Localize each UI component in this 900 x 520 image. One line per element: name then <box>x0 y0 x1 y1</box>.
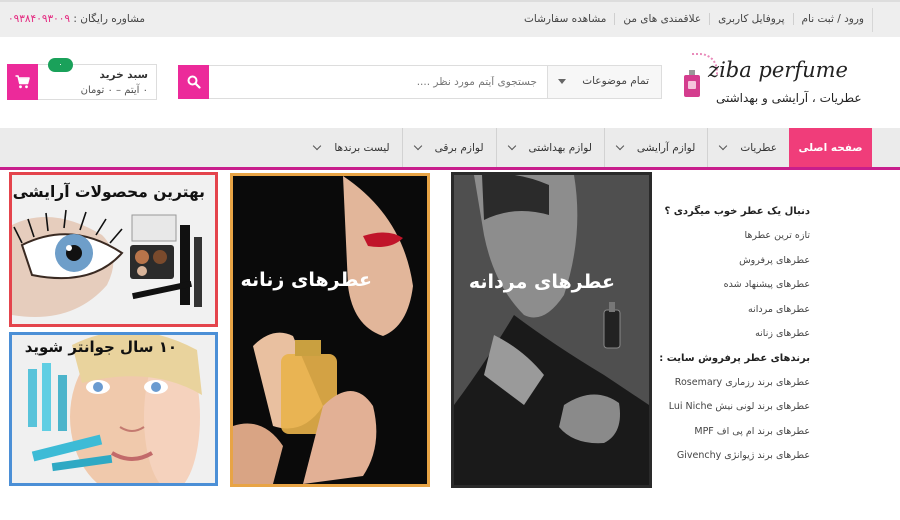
sidebar-link-bestselling[interactable]: عطرهای پرفروش <box>660 249 810 274</box>
sidebar-link-rosemary[interactable]: عطرهای برند رزماری Rosemary <box>660 371 810 396</box>
perfume-sidebar: دنبال یک عطر خوب میگردی ؟ تازه ترین عطره… <box>659 200 810 469</box>
nav-item-label: عطریات <box>740 141 777 154</box>
search-icon <box>187 75 201 89</box>
category-select[interactable]: تمام موضوعات <box>547 66 661 98</box>
top-bar: مشاوره رایگان : ۰۹۳۸۴۰۹۳۰۰۹ ورود / ثبت ن… <box>0 0 900 37</box>
man-perfume-image <box>454 175 649 485</box>
site-header: ziba perfume عطریات ، آرایشی و بهداشتی ت… <box>0 37 900 128</box>
login-register-link[interactable]: ورود / ثبت نام <box>792 13 872 25</box>
nav-item-label: لوازم آرایشی <box>636 141 696 154</box>
woman-perfume-image <box>233 176 427 484</box>
chevron-down-icon <box>719 141 728 151</box>
phone-label: مشاوره رایگان : <box>73 13 146 25</box>
cart-button[interactable] <box>7 64 38 100</box>
chevron-down-icon <box>507 141 516 151</box>
top-links: ورود / ثبت نام پروفایل کاربری علاقمندی ه… <box>516 13 872 25</box>
nav-item-label: لیست برندها <box>334 141 390 154</box>
sidebar-heading-brands: برندهای عطر پرفروش سایت : <box>659 352 810 364</box>
banner-womens-perfume[interactable]: عطرهای زنانه <box>230 173 430 487</box>
search-input[interactable] <box>211 67 547 97</box>
cart-summary: ۰ آیتم – ۰ تومان <box>80 85 148 96</box>
category-select-label: تمام موضوعات <box>582 75 649 87</box>
sidebar-heading-find: دنبال یک عطر خوب میگردی ؟ <box>664 206 810 217</box>
perfume-bottle-icon <box>684 70 700 97</box>
user-profile-link[interactable]: پروفایل کاربری <box>709 13 792 25</box>
sidebar-link-lui-niche[interactable]: عطرهای برند لونی نیش Lui Niche <box>660 395 810 420</box>
nav-item-label: لوازم برقی <box>434 141 484 154</box>
search-bar: تمام موضوعات <box>178 65 662 99</box>
chevron-down-icon <box>413 141 422 151</box>
banner-younger-title: ۱۰ سال جوانتر شوید <box>24 338 177 356</box>
banner-mens-title: عطرهای مردانه <box>468 271 615 293</box>
cart-icon <box>15 75 30 89</box>
logo-brand: ziba perfume <box>708 58 848 82</box>
my-favorites-link[interactable]: علاقمندی های من <box>614 13 709 25</box>
face-serum-image <box>12 335 215 483</box>
cart-title: سبد خرید <box>99 69 148 81</box>
site-logo[interactable]: ziba perfume عطریات ، آرایشی و بهداشتی <box>684 53 862 113</box>
banner-younger[interactable]: ۱۰ سال جوانتر شوید <box>9 332 218 486</box>
free-consultation: مشاوره رایگان : ۰۹۳۸۴۰۹۳۰۰۹ <box>8 13 145 25</box>
banner-eye-title: بهترین محصولات آرایشی چشم <box>12 183 205 201</box>
nav-menu: عطریات لوازم آرایشی لوازم بهداشتی لوازم … <box>302 128 789 167</box>
nav-item-cosmetics[interactable]: لوازم آرایشی <box>603 128 707 167</box>
chevron-down-icon <box>615 141 625 151</box>
banner-mens-perfume[interactable]: عطرهای مردانه <box>451 172 652 488</box>
cart-count-badge: ۰ <box>48 58 73 72</box>
nav-item-hygiene[interactable]: لوازم بهداشتی <box>495 128 604 167</box>
banner-eye-cosmetics[interactable]: بهترین محصولات آرایشی چشم <box>9 172 218 327</box>
sidebar-link-mpf[interactable]: عطرهای برند ام پی اف MPF <box>660 420 810 445</box>
sidebar-link-newest[interactable]: تازه ترین عطرها <box>660 224 810 249</box>
search-button[interactable] <box>178 65 209 99</box>
sidebar-link-mens[interactable]: عطرهای مردانه <box>660 298 810 323</box>
topbar-divider <box>872 8 873 32</box>
sidebar-link-recommended[interactable]: عطرهای پیشنهاد شده <box>660 273 810 298</box>
caret-down-icon <box>558 79 566 84</box>
banner-womens-title: عطرهای زنانه <box>240 269 372 291</box>
phone-number[interactable]: ۰۹۳۸۴۰۹۳۰۰۹ <box>8 13 70 25</box>
logo-tagline: عطریات ، آرایشی و بهداشتی <box>716 91 862 105</box>
main-nav: صفحه اصلی عطریات لوازم آرایشی لوازم بهدا… <box>0 128 900 170</box>
nav-item-label: لوازم بهداشتی <box>528 141 592 154</box>
nav-item-brands[interactable]: لیست برندها <box>302 128 401 167</box>
nav-item-electric[interactable]: لوازم برقی <box>401 128 496 167</box>
chevron-down-icon <box>313 141 322 151</box>
nav-home[interactable]: صفحه اصلی <box>789 128 872 167</box>
shopping-cart[interactable]: ۰ سبد خرید ۰ آیتم – ۰ تومان <box>7 58 157 100</box>
sidebar-link-givenchy[interactable]: عطرهای برند ژیوانژی Givenchy <box>660 444 810 469</box>
sidebar-link-womens[interactable]: عطرهای زنانه <box>660 322 810 347</box>
view-orders-link[interactable]: مشاهده سفارشات <box>516 13 614 25</box>
nav-item-perfumes[interactable]: عطریات <box>707 128 789 167</box>
